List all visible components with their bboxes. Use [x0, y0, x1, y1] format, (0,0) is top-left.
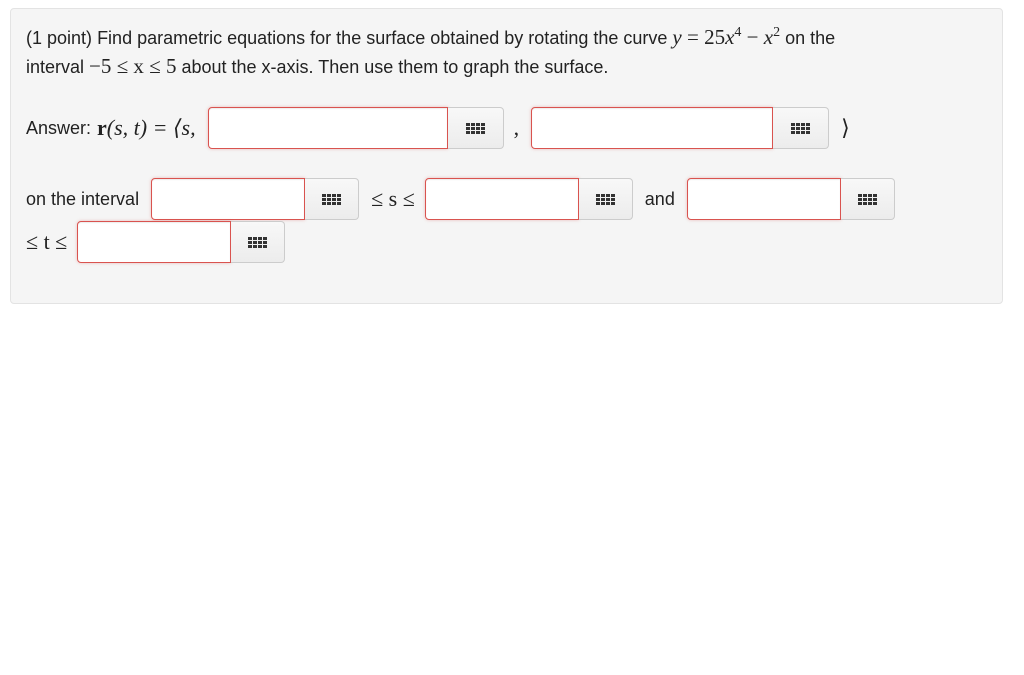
s-upper-bound-input[interactable]: [424, 178, 579, 220]
s-lower-bound-input[interactable]: [151, 178, 306, 220]
equation-editor-button-5[interactable]: [840, 178, 895, 220]
grid-icon: [465, 122, 485, 134]
and-label: and: [644, 188, 675, 209]
t-lower-bound-input[interactable]: [686, 178, 841, 220]
answer-label: Answer:: [26, 117, 92, 138]
problem-panel: (1 point) Find parametric equations for …: [10, 8, 1003, 304]
component-y-input[interactable]: [207, 107, 448, 149]
statement-text-3: interval: [26, 57, 85, 77]
answer-row: Answer: r(s, t) = ⟨s, , ⟩: [26, 107, 850, 149]
close-bracket: ⟩: [841, 115, 850, 140]
s-interval-row: on the interval ≤ s ≤ and: [26, 178, 895, 220]
t-interval-row: ≤ t ≤: [26, 221, 286, 263]
comma-separator: ,: [513, 115, 520, 140]
grid-icon: [595, 193, 615, 205]
grid-icon: [248, 236, 268, 248]
problem-statement: (1 point) Find parametric equations for …: [26, 23, 986, 81]
curve-equation: y = 25x4 − x2: [672, 25, 781, 49]
grid-icon: [791, 122, 811, 134]
interval-expression: −5 ≤ x ≤ 5: [89, 54, 177, 78]
t-upper-bound-input[interactable]: [77, 221, 232, 263]
equation-editor-button-1[interactable]: [447, 107, 504, 149]
statement-text-1: Find parametric equations for the surfac…: [97, 28, 668, 48]
grid-icon: [322, 193, 342, 205]
statement-text-4: about the x-axis. Then use them to graph…: [181, 57, 609, 77]
r-expression: r(s, t) = ⟨s,: [97, 115, 196, 140]
statement-text-2: on the: [785, 28, 836, 48]
points-label: (1 point): [26, 28, 93, 48]
grid-icon: [857, 193, 877, 205]
interval-label: on the interval: [26, 188, 140, 209]
s-inequality: ≤ s ≤: [371, 186, 415, 211]
equation-editor-button-3[interactable]: [305, 178, 360, 220]
t-inequality: ≤ t ≤: [26, 229, 68, 254]
equation-editor-button-2[interactable]: [773, 107, 830, 149]
equation-editor-button-6[interactable]: [231, 221, 286, 263]
equation-editor-button-4[interactable]: [578, 178, 633, 220]
component-z-input[interactable]: [531, 107, 774, 149]
